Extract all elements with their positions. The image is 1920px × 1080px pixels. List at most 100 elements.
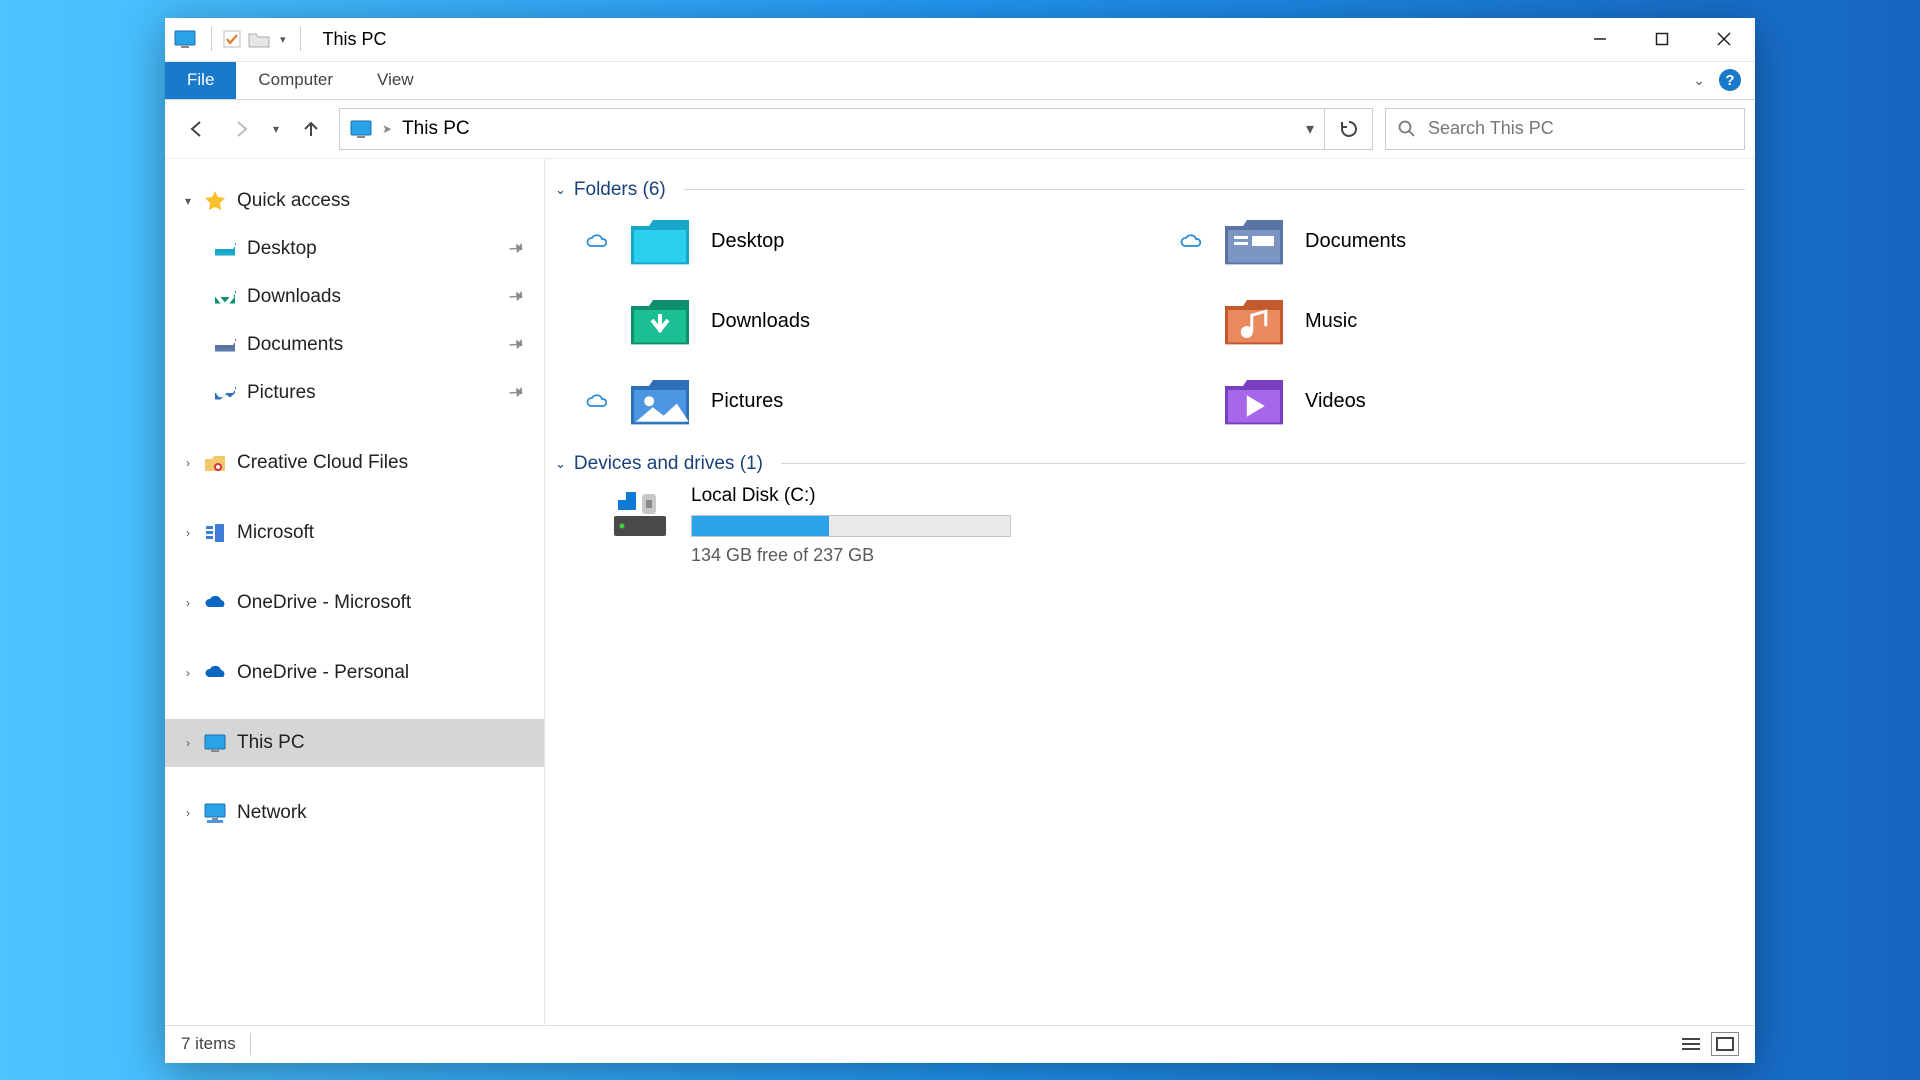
cloud-status-icon (583, 394, 609, 410)
onedrive-icon (203, 591, 227, 615)
folder-item-downloads[interactable]: Downloads (583, 291, 1151, 353)
navigation-pane: ▾ Quick access Desktop Downloads Documen… (165, 159, 545, 1025)
network-icon (203, 801, 227, 825)
sidebar-item-microsoft[interactable]: › Microsoft (165, 509, 544, 557)
ribbon-tab-file[interactable]: File (165, 62, 236, 99)
cloud-status-icon (583, 234, 609, 250)
thispc-icon (173, 27, 197, 51)
expand-icon[interactable]: › (179, 806, 197, 820)
drive-name: Local Disk (C:) (691, 485, 1011, 507)
desktop-icon (629, 216, 691, 268)
address-bar[interactable]: ➤ This PC ▾ (339, 108, 1325, 150)
downloads-icon (629, 296, 691, 348)
search-icon (1398, 120, 1416, 138)
sidebar-item-label: Microsoft (237, 522, 314, 544)
properties-icon[interactable] (222, 29, 242, 49)
pictures-icon (629, 376, 691, 428)
folder-label: Downloads (711, 310, 810, 333)
ribbon-tab-view[interactable]: View (355, 62, 436, 99)
cloud-status-icon (1177, 234, 1203, 250)
window-title: This PC (313, 29, 387, 50)
sidebar-item-label: Pictures (247, 382, 316, 404)
desktop-icon (213, 237, 237, 261)
section-header-folders[interactable]: ⌄ Folders (6) (555, 179, 1745, 201)
file-explorer-window: ▾ This PC File Computer View ⌄ ? ▾ ➤ Thi… (165, 18, 1755, 1063)
thispc-icon (350, 120, 372, 138)
folder-label: Videos (1305, 390, 1366, 413)
section-header-label: Folders (6) (574, 179, 666, 201)
breadcrumb-location[interactable]: This PC (402, 118, 470, 140)
section-header-label: Devices and drives (1) (574, 453, 763, 475)
sidebar-item-onedrive-microsoft[interactable]: › OneDrive - Microsoft (165, 579, 544, 627)
pin-icon (507, 333, 530, 356)
details-view-button[interactable] (1677, 1032, 1705, 1056)
breadcrumb-separator-icon: ➤ (382, 122, 392, 136)
maximize-button[interactable] (1631, 17, 1693, 61)
section-header-drives[interactable]: ⌄ Devices and drives (1) (555, 453, 1745, 475)
sidebar-item-label: Creative Cloud Files (237, 452, 408, 474)
folder-item-music[interactable]: Music (1177, 291, 1745, 353)
sidebar-item-downloads[interactable]: Downloads (165, 273, 544, 321)
content-pane: ⌄ Folders (6) Desktop Documents Download… (545, 159, 1755, 1025)
drive-info: Local Disk (C:) 134 GB free of 237 GB (691, 485, 1011, 566)
sidebar-item-label: Quick access (237, 190, 350, 212)
pin-icon (507, 381, 530, 404)
search-placeholder: Search This PC (1428, 118, 1554, 139)
thispc-icon (203, 731, 227, 755)
status-bar: 7 items (165, 1025, 1755, 1063)
sidebar-item-quick-access[interactable]: ▾ Quick access (165, 177, 544, 225)
folder-label: Documents (1305, 230, 1406, 253)
quick-access-toolbar: ▾ (165, 27, 313, 51)
star-icon (203, 189, 227, 213)
sidebar-item-label: This PC (237, 732, 305, 754)
expand-icon[interactable]: ▾ (179, 194, 197, 208)
sidebar-item-creative-cloud-files[interactable]: › Creative Cloud Files (165, 439, 544, 487)
drive-usage-bar (691, 515, 1011, 537)
drive-item[interactable]: Local Disk (C:) 134 GB free of 237 GB (555, 485, 1745, 566)
sidebar-item-label: Downloads (247, 286, 341, 308)
expand-icon[interactable]: › (179, 666, 197, 680)
expand-icon[interactable]: › (179, 526, 197, 540)
sidebar-item-label: Documents (247, 334, 343, 356)
collapse-icon[interactable]: ⌄ (555, 182, 566, 198)
folder-item-pictures[interactable]: Pictures (583, 371, 1151, 433)
sidebar-item-pictures[interactable]: Pictures (165, 369, 544, 417)
qat-dropdown-icon[interactable]: ▾ (276, 33, 290, 46)
recent-locations-button[interactable]: ▾ (263, 108, 289, 150)
expand-icon[interactable]: › (179, 736, 197, 750)
sidebar-item-documents[interactable]: Documents (165, 321, 544, 369)
search-box[interactable]: Search This PC (1385, 108, 1745, 150)
expand-icon[interactable]: › (179, 456, 197, 470)
folders-grid: Desktop Documents Downloads Music Pictur… (555, 211, 1745, 433)
ribbon: File Computer View ⌄ ? (165, 62, 1755, 100)
sidebar-item-this-pc[interactable]: › This PC (165, 719, 544, 767)
collapse-icon[interactable]: ⌄ (555, 456, 566, 472)
minimize-button[interactable] (1569, 17, 1631, 61)
sidebar-item-desktop[interactable]: Desktop (165, 225, 544, 273)
sidebar-item-onedrive-personal[interactable]: › OneDrive - Personal (165, 649, 544, 697)
folder-item-documents[interactable]: Documents (1177, 211, 1745, 273)
folder-label: Pictures (711, 390, 783, 413)
folder-item-desktop[interactable]: Desktop (583, 211, 1151, 273)
sidebar-item-network[interactable]: › Network (165, 789, 544, 837)
address-dropdown-icon[interactable]: ▾ (1306, 119, 1314, 139)
folder-item-videos[interactable]: Videos (1177, 371, 1745, 433)
refresh-button[interactable] (1325, 108, 1373, 150)
sidebar-item-label: OneDrive - Personal (237, 662, 409, 684)
forward-button[interactable] (219, 108, 263, 150)
expand-icon[interactable]: › (179, 596, 197, 610)
ribbon-expand-icon[interactable]: ⌄ (1693, 72, 1705, 89)
up-button[interactable] (289, 108, 333, 150)
music-icon (1223, 296, 1285, 348)
new-folder-icon[interactable] (248, 30, 270, 48)
ribbon-tab-computer[interactable]: Computer (236, 62, 355, 99)
close-button[interactable] (1693, 17, 1755, 61)
sidebar-item-label: Desktop (247, 238, 317, 260)
back-button[interactable] (175, 108, 219, 150)
large-icons-view-button[interactable] (1711, 1032, 1739, 1056)
help-button[interactable]: ? (1719, 69, 1741, 91)
documents-icon (1223, 216, 1285, 268)
separator (781, 463, 1745, 464)
sidebar-item-label: OneDrive - Microsoft (237, 592, 411, 614)
separator (300, 27, 301, 51)
